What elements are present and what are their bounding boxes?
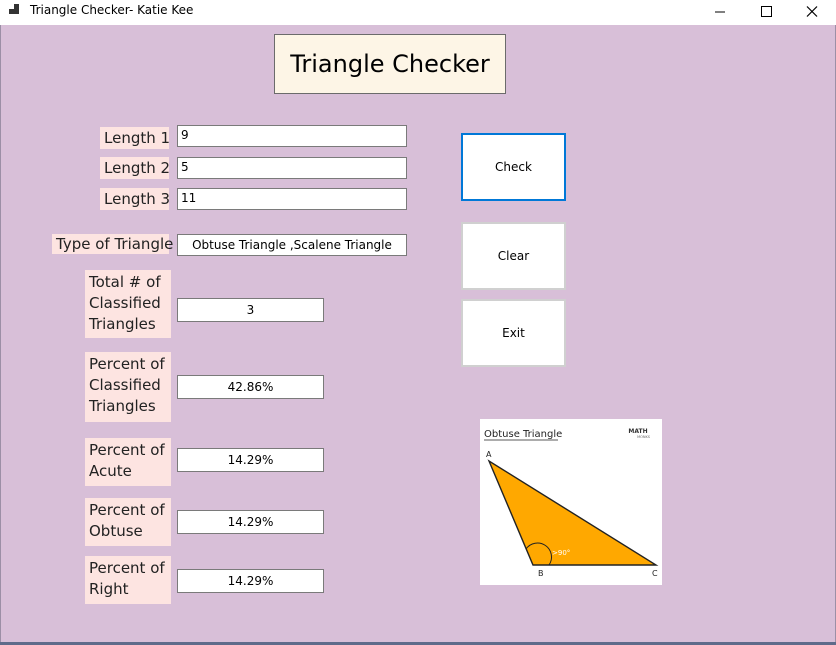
total-classified-label: Total # of Classified Triangles: [85, 270, 171, 338]
angle-label: >90°: [552, 549, 570, 557]
percent-right-output: 14.29%: [177, 569, 324, 593]
maximize-icon: [761, 6, 772, 17]
logo-text: MATH: [628, 428, 647, 435]
triangle-picture: Obtuse Triangle MATH MONKS >90° A B C: [480, 419, 662, 585]
title-bar[interactable]: Triangle Checker- Katie Kee: [0, 0, 836, 25]
obtuse-triangle-diagram: Obtuse Triangle MATH MONKS >90° A B C: [484, 428, 659, 578]
vertex-b-label: B: [538, 569, 544, 578]
app-icon: [9, 4, 23, 18]
vertex-c-label: C: [652, 569, 658, 578]
minimize-icon: [715, 11, 725, 13]
vertex-a-label: A: [486, 450, 492, 459]
triangle-shape: [487, 459, 659, 566]
length1-label: Length 1: [100, 127, 170, 149]
picture-title: Obtuse Triangle: [484, 429, 562, 440]
length2-label: Length 2: [100, 157, 170, 179]
page-title: Triangle Checker: [274, 34, 506, 94]
length1-input[interactable]: 9: [177, 125, 407, 147]
percent-obtuse-label: Percent of Obtuse: [85, 498, 171, 546]
percent-classified-output: 42.86%: [177, 375, 324, 399]
close-button[interactable]: [789, 0, 835, 25]
percent-classified-label: Percent of Classified Triangles: [85, 352, 171, 422]
check-button[interactable]: Check: [461, 133, 566, 201]
logo-subtext: MONKS: [637, 435, 651, 439]
close-icon: [806, 6, 818, 17]
length3-label: Length 3: [100, 188, 170, 210]
percent-acute-output: 14.29%: [177, 448, 324, 472]
percent-acute-label: Percent of Acute: [85, 438, 171, 486]
exit-button[interactable]: Exit: [461, 299, 566, 367]
percent-obtuse-output: 14.29%: [177, 510, 324, 534]
length2-input[interactable]: 5: [177, 157, 407, 179]
percent-right-label: Percent of Right: [85, 556, 171, 604]
window-title: Triangle Checker- Katie Kee: [30, 3, 194, 17]
total-classified-output: 3: [177, 298, 324, 322]
maximize-button[interactable]: [743, 0, 789, 25]
type-of-triangle-output: Obtuse Triangle ,Scalene Triangle: [177, 234, 407, 256]
clear-button[interactable]: Clear: [461, 222, 566, 290]
length3-input[interactable]: 11: [177, 188, 407, 210]
type-of-triangle-label: Type of Triangle: [52, 234, 173, 254]
minimize-button[interactable]: [697, 0, 743, 25]
